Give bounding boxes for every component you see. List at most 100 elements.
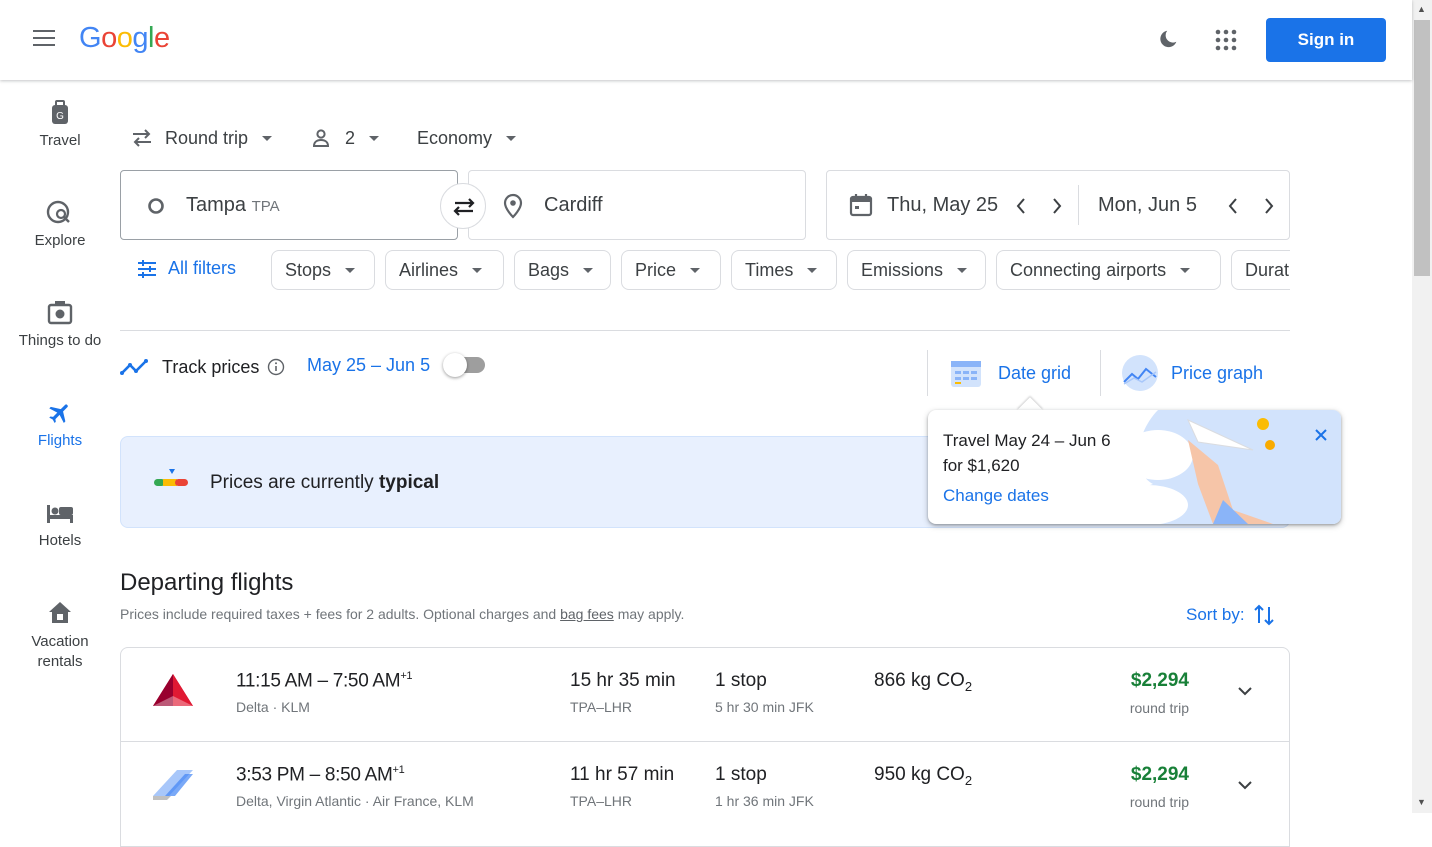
chevron-down-icon[interactable] — [1237, 686, 1253, 696]
date-grid-button[interactable]: Date grid — [948, 355, 1071, 391]
vertical-divider — [927, 350, 928, 396]
calendar-icon — [849, 194, 873, 217]
nav-label: Things to do — [18, 332, 102, 349]
price-graph-button[interactable]: Price graph — [1120, 355, 1263, 391]
flight-row[interactable]: 11:15 AM – 7:50 AM+1 Delta · KLM 15 hr 3… — [121, 648, 1289, 741]
passengers-select[interactable]: 2 — [311, 124, 380, 152]
day-offset: +1 — [400, 670, 413, 682]
caret-down-icon — [690, 267, 701, 273]
sort-by-label: Sort by: — [1186, 605, 1245, 624]
caret-down-icon — [1180, 267, 1191, 273]
sort-by-button[interactable]: Sort by: — [1186, 603, 1275, 627]
flight-route: TPA–LHR — [570, 793, 632, 809]
passengers-value: 2 — [345, 127, 356, 148]
depart-date-value[interactable]: Thu, May 25 — [887, 194, 998, 217]
cabin-class-select[interactable]: Economy — [417, 124, 517, 152]
flight-emissions: 950 kg CO2 — [874, 764, 973, 788]
camera-icon — [47, 301, 73, 325]
chevron-right-icon[interactable] — [1051, 197, 1063, 215]
scroll-thumb[interactable] — [1414, 20, 1430, 276]
nav-label: Flights — [37, 432, 83, 449]
info-icon[interactable] — [267, 358, 285, 376]
scroll-down-arrow-icon[interactable]: ▼ — [1417, 797, 1426, 807]
nav-item-things-to-do[interactable]: Things to do — [0, 300, 120, 349]
filters-bar: All filters Stops Airlines Bags Price Ti… — [120, 250, 1290, 290]
top-app-bar: Google Sign in — [0, 0, 1412, 80]
nav-label: Hotels — [38, 532, 82, 549]
flight-carriers: Delta · KLM — [236, 699, 310, 715]
chevron-right-icon[interactable] — [1263, 197, 1275, 215]
price-graph-icon — [1122, 355, 1158, 391]
popup-suggestion-text: Travel May 24 – Jun 6 for $1,620 — [943, 431, 1111, 475]
price-insight-text: Prices are currently typical — [210, 472, 440, 493]
nav-item-travel[interactable]: G Travel — [0, 100, 120, 149]
caret-down-icon — [957, 267, 968, 273]
dark-mode-moon-icon[interactable] — [1158, 28, 1180, 50]
swap-icon — [453, 198, 475, 216]
flight-row[interactable]: 3:53 PM – 8:50 AM+1 Delta, Virgin Atlant… — [121, 741, 1289, 834]
change-dates-link[interactable]: Change dates — [943, 486, 1049, 506]
flight-duration: 15 hr 35 min — [570, 670, 676, 691]
svg-text:G: G — [56, 111, 64, 122]
apps-grid-icon[interactable] — [1214, 28, 1238, 52]
return-date-value[interactable]: Mon, Jun 5 — [1098, 194, 1197, 217]
date-divider — [1078, 185, 1079, 225]
filter-chip-emissions[interactable]: Emissions — [847, 250, 986, 290]
track-prices-dates: May 25 – Jun 5 — [307, 355, 431, 375]
house-icon — [49, 602, 71, 623]
trip-type-select[interactable]: Round trip — [131, 124, 273, 152]
date-grid-icon — [951, 361, 981, 387]
google-logo[interactable]: Google — [79, 22, 170, 55]
dates-field[interactable]: Thu, May 25 Mon, Jun 5 — [826, 170, 1290, 240]
airplane-icon — [49, 404, 68, 423]
menu-icon[interactable] — [33, 30, 57, 50]
price-level-emphasis: typical — [378, 472, 440, 493]
flight-price-type: round trip — [1129, 794, 1189, 810]
filter-chip-airlines[interactable]: Airlines — [385, 250, 504, 290]
flight-layover: 5 hr 30 min JFK — [715, 699, 814, 715]
price-graph-label: Price graph — [1171, 362, 1264, 383]
filter-chip-stops[interactable]: Stops — [271, 250, 375, 290]
filter-chip-times[interactable]: Times — [731, 250, 837, 290]
bag-fees-link[interactable]: bag fees — [560, 606, 614, 622]
chevron-left-icon[interactable] — [1227, 197, 1239, 215]
nav-item-vacation-rentals[interactable]: Vacation rentals — [0, 600, 120, 672]
nav-label: Travel — [39, 132, 81, 149]
swap-locations-button[interactable] — [440, 183, 486, 229]
origin-value: Tampa TPA — [186, 194, 280, 216]
destination-field[interactable]: Cardiff — [468, 170, 806, 240]
nav-item-hotels[interactable]: Hotels — [0, 500, 120, 549]
chevron-down-icon[interactable] — [1237, 780, 1253, 790]
nav-item-flights[interactable]: Flights — [0, 400, 120, 449]
flight-price: $2,294 — [1130, 764, 1189, 785]
close-icon[interactable] — [1313, 427, 1329, 443]
origin-field[interactable]: Tampa TPA — [120, 170, 458, 240]
scroll-up-arrow-icon[interactable]: ▲ — [1417, 4, 1426, 14]
flight-carriers: Delta, Virgin Atlantic · Air France, KLM — [236, 793, 474, 809]
caret-down-icon — [262, 135, 273, 141]
page-scrollbar[interactable]: ▲ ▼ — [1412, 0, 1432, 813]
filter-chip-bags[interactable]: Bags — [514, 250, 611, 290]
origin-circle-icon — [148, 198, 164, 214]
filter-chip-duration[interactable]: Duration — [1231, 250, 1290, 290]
sign-in-button[interactable]: Sign in — [1266, 18, 1386, 62]
track-prices-label: Track prices — [162, 356, 260, 377]
caret-down-icon — [345, 267, 356, 273]
filter-chip-connecting-airports[interactable]: Connecting airports — [996, 250, 1221, 290]
nav-label: Explore — [34, 232, 86, 249]
flight-duration: 11 hr 57 min — [570, 764, 675, 785]
filter-chip-price[interactable]: Price — [621, 250, 721, 290]
all-filters-button[interactable]: All filters — [136, 258, 236, 279]
nav-item-explore[interactable]: Explore — [0, 200, 120, 249]
multi-airline-logo — [153, 770, 193, 800]
chevron-left-icon[interactable] — [1015, 197, 1027, 215]
paper-plane-illustration-icon — [1118, 410, 1341, 524]
tune-icon — [138, 259, 156, 278]
flight-emissions: 866 kg CO2 — [874, 670, 973, 694]
flight-times: 11:15 AM – 7:50 AM+1 — [236, 670, 413, 692]
track-prices-toggle[interactable] — [443, 353, 487, 377]
section-divider — [120, 330, 1290, 331]
caret-down-icon — [472, 267, 483, 273]
cabin-class-value: Economy — [417, 127, 493, 148]
destination-value: Cardiff — [544, 194, 603, 216]
